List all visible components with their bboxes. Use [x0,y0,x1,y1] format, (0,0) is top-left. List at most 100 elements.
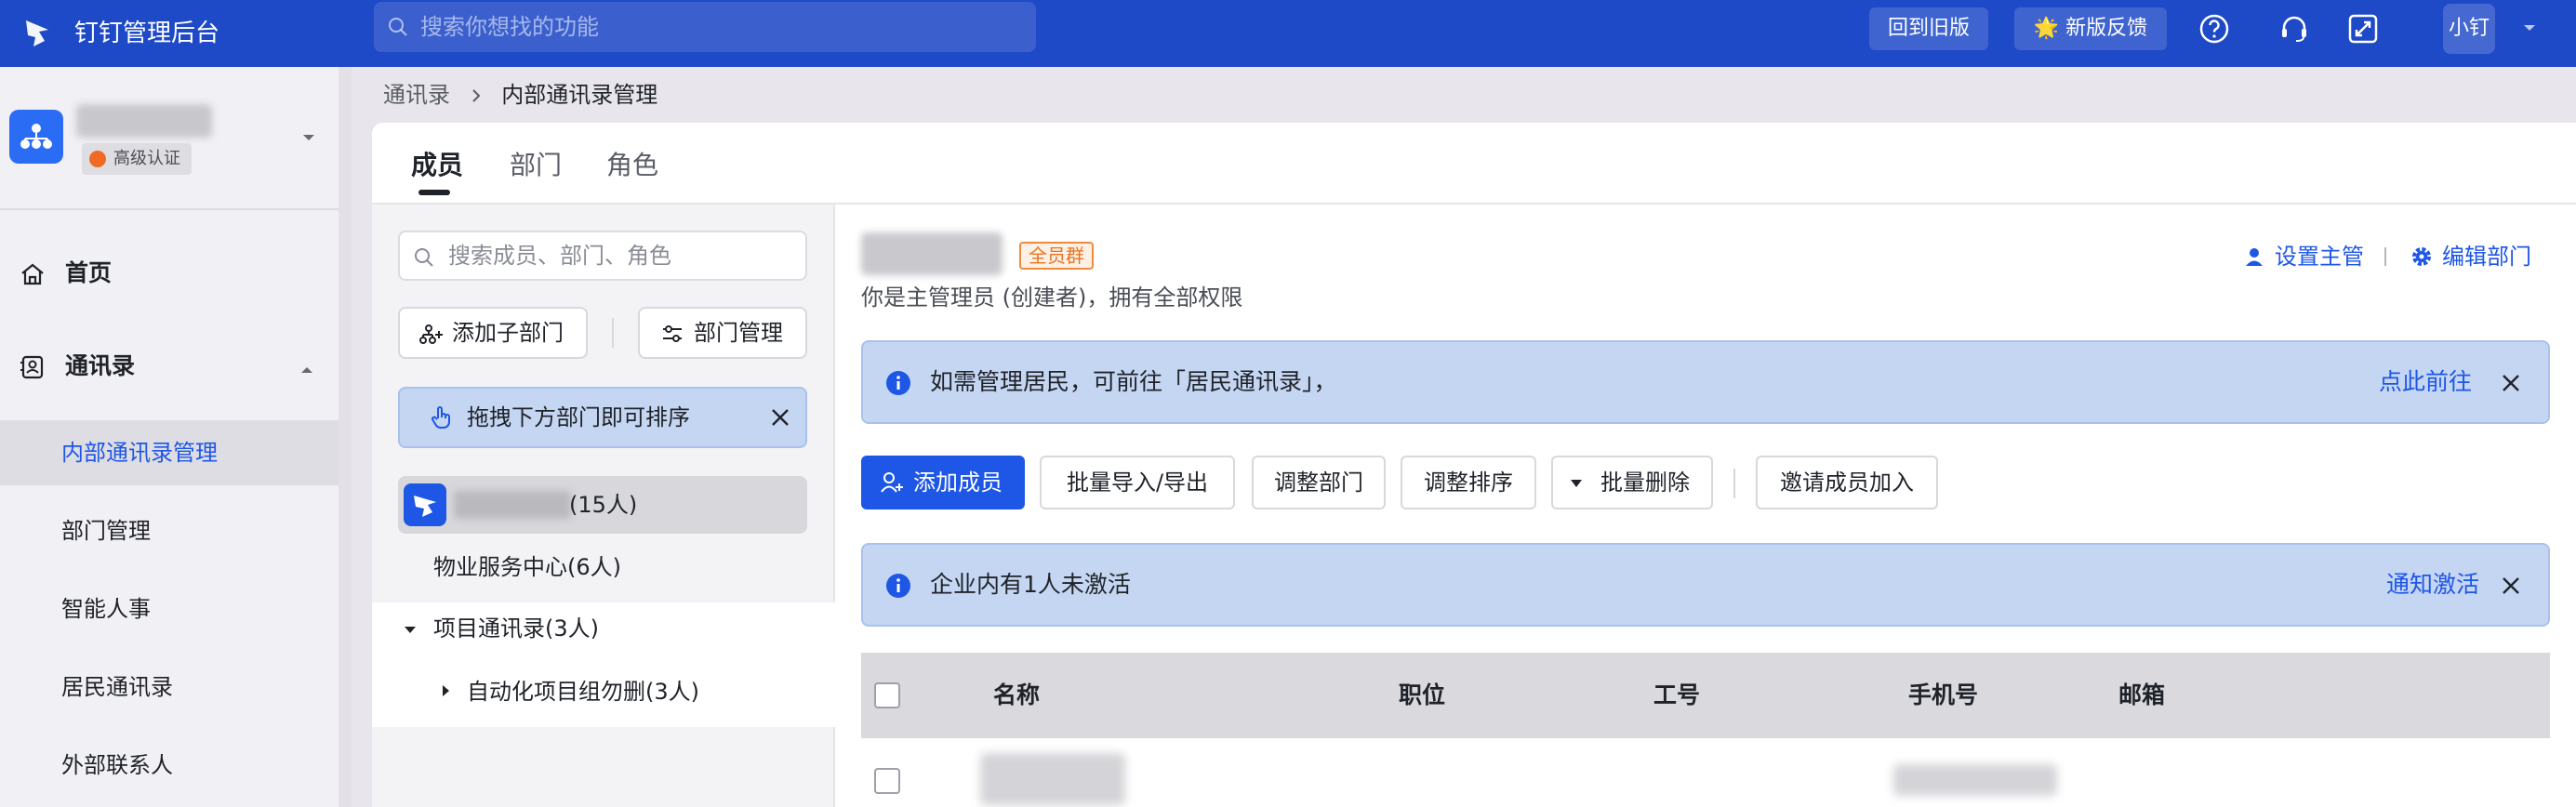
button-separator [612,318,614,348]
cert-badge: 高级认证 [82,143,192,175]
add-org-icon [419,324,443,344]
add-user-icon [881,472,903,493]
root-member-count: (15人) [569,492,638,518]
sidebar-divider [0,208,339,210]
company-logo-icon [404,483,446,526]
search-placeholder: 搜索你想找的功能 [420,14,599,40]
breadcrumb-parent[interactable]: 通讯录 [383,82,450,108]
column-header-employee-id[interactable]: 工号 [1653,653,1700,738]
cert-check-icon [89,151,106,167]
permission-text: 你是主管理员 (创建者)，拥有全部权限 [861,284,1243,311]
link-label: 设置主管 [2275,244,2364,270]
logo-icon[interactable] [17,13,58,54]
chevron-right-icon [471,89,481,102]
inactive-info-banner: 企业内有1人未激活 通知激活 [861,543,2550,627]
add-member-button[interactable]: 添加成员 [861,456,1025,509]
org-name[interactable] [76,104,212,138]
row-checkbox[interactable] [874,768,900,794]
button-label: 添加子部门 [452,320,564,346]
new-version-feedback-button[interactable]: 🌟 新版反馈 [2014,7,2167,50]
batch-delete-button[interactable]: 批量删除 [1551,456,1713,509]
member-name-cell[interactable] [980,753,1125,805]
chevron-down-icon[interactable] [2520,19,2539,37]
link-label: 编辑部门 [2442,244,2531,270]
goto-resident-link[interactable]: 点此前往 [2379,342,2472,422]
tab-roles[interactable]: 角色 [606,143,658,188]
active-tab-indicator [418,190,450,195]
column-header-phone[interactable]: 手机号 [1908,653,1978,738]
invite-member-button[interactable]: 邀请成员加入 [1756,456,1938,509]
org-switch-chevron-icon[interactable] [299,128,318,147]
sort-tip-banner: 拖拽下方部门即可排序 [398,387,807,448]
caret-down-icon[interactable] [404,623,417,636]
column-header-email[interactable]: 邮箱 [2118,653,2165,738]
tab-departments[interactable]: 部门 [510,143,562,188]
button-separator [1733,469,1735,498]
home-icon [21,263,44,285]
breadcrumb: 通讯录 内部通讯录管理 [383,76,657,113]
member-search-input[interactable]: 搜索成员、部门、角色 [398,231,807,281]
banner-message: 如需管理居民，可前往「居民通讯录」， [930,368,1337,395]
help-icon[interactable] [2198,13,2230,45]
search-icon [389,18,407,36]
drag-hand-icon [432,406,450,429]
select-all-checkbox[interactable] [874,682,900,708]
link-separator [2384,247,2386,266]
adjust-dept-button[interactable]: 调整部门 [1252,456,1386,509]
column-header-position[interactable]: 职位 [1399,653,1445,738]
app-title: 钉钉管理后台 [74,20,220,47]
close-icon[interactable] [770,407,790,428]
chevron-up-icon[interactable] [298,361,316,379]
banner-message: 企业内有1人未激活 [930,571,1131,598]
sliders-icon [663,325,682,342]
tab-members[interactable]: 成员 [411,143,463,188]
batch-import-export-button[interactable]: 批量导入/导出 [1040,456,1235,509]
back-to-old-version-button[interactable]: 回到旧版 [1869,7,1988,50]
info-icon [886,371,910,395]
adjust-sort-button[interactable]: 调整排序 [1401,456,1536,509]
button-label: 添加成员 [913,470,1003,496]
column-header-name[interactable]: 名称 [993,653,1040,738]
org-avatar[interactable] [9,110,63,164]
resident-info-banner: 如需管理居民，可前往「居民通讯录」， 点此前往 [861,340,2550,424]
button-label: 批量删除 [1600,470,1690,496]
button-label: 部门管理 [694,320,783,346]
contacts-icon [20,355,44,379]
user-avatar[interactable]: 小钉 [2443,4,2495,54]
sidebar-item-resident-contacts[interactable]: 居民通讯录 [0,655,339,720]
sidebar-item-label: 首页 [65,259,113,286]
close-icon[interactable] [2500,575,2522,597]
all-staff-group-tag[interactable]: 全员群 [1019,242,1094,270]
top-bar: 钉钉管理后台 搜索你想找的功能 回到旧版 🌟 新版反馈 小钉 [0,0,2576,67]
tree-node-project-contacts[interactable]: 项目通讯录(3人) [433,610,599,647]
org-tree-icon [20,124,52,149]
gear-icon [2412,247,2431,266]
info-icon [886,574,910,598]
user-icon [2246,248,2263,266]
member-table-header: 名称 职位 工号 手机号 邮箱 [861,653,2550,738]
sidebar-item-dept-manage[interactable]: 部门管理 [0,498,339,563]
tree-node-automation-group[interactable]: 自动化项目组勿删(3人) [467,673,699,710]
caret-down-icon [1571,480,1582,487]
company-name [454,491,571,519]
sidebar: 高级认证 首页 通讯录 内部通讯录管理 部门管理 智能人事 居民通讯录 外部联系… [0,67,352,807]
sidebar-item-internal-contacts[interactable]: 内部通讯录管理 [0,420,339,485]
member-phone-cell [1893,764,2057,796]
global-search-input[interactable]: 搜索你想找的功能 [374,2,1036,52]
dept-manage-button[interactable]: 部门管理 [638,307,807,359]
close-icon[interactable] [2500,372,2522,394]
breadcrumb-current: 内部通讯录管理 [501,82,658,108]
tree-root-node[interactable]: (15人) [398,476,807,534]
cert-label: 高级认证 [113,149,180,168]
fullscreen-icon[interactable] [2347,13,2379,45]
add-sub-dept-button[interactable]: 添加子部门 [398,307,588,359]
sidebar-item-external-contacts[interactable]: 外部联系人 [0,733,339,798]
search-icon [415,248,433,267]
sidebar-item-smart-hr[interactable]: 智能人事 [0,576,339,642]
sort-tip-text: 拖拽下方部门即可排序 [467,404,690,430]
support-icon[interactable] [2278,13,2310,45]
notify-activate-link[interactable]: 通知激活 [2386,545,2479,625]
tree-node-property-center[interactable]: 物业服务中心(6人) [433,549,621,586]
caret-right-icon[interactable] [439,684,452,697]
dept-title [861,232,1003,275]
